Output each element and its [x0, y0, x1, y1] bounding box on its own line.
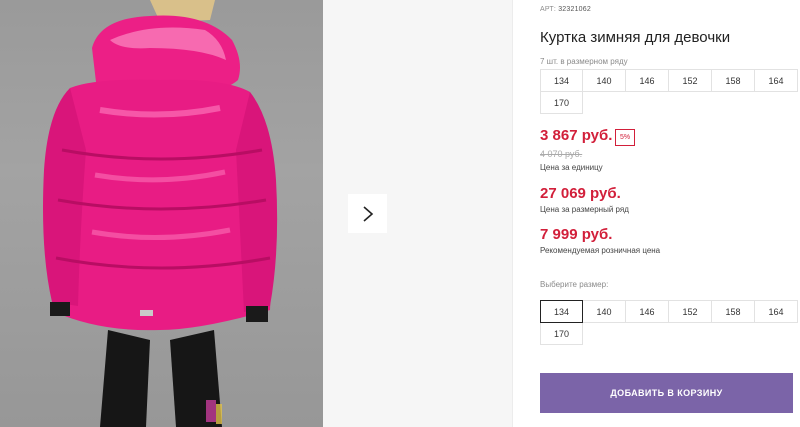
article-label: АРТ: — [540, 6, 557, 13]
add-to-cart-button[interactable]: Добавить в корзину — [540, 373, 793, 413]
price-size-row: 27 069 руб. — [540, 185, 621, 202]
discount-badge: 5% — [615, 129, 635, 146]
gallery-next-button[interactable] — [348, 194, 387, 233]
price-current: 3 867 руб. — [540, 127, 613, 144]
size-select-grid: 134 140 146 152 158 164 170 — [540, 300, 798, 345]
size-option[interactable]: 140 — [582, 300, 626, 323]
price-recommended: 7 999 руб. — [540, 226, 613, 243]
size-option[interactable]: 134 — [540, 300, 583, 323]
product-gallery — [0, 0, 512, 427]
price-unit-label: Цена за единицу — [540, 163, 603, 172]
size-row-grid: 134 140 146 152 158 164 170 — [540, 69, 798, 114]
size-row-item: 152 — [668, 69, 712, 92]
size-option[interactable]: 146 — [625, 300, 669, 323]
size-option[interactable]: 158 — [711, 300, 755, 323]
product-photo — [0, 0, 323, 427]
size-option[interactable]: 170 — [540, 322, 583, 345]
size-row-item: 158 — [711, 69, 755, 92]
size-option[interactable]: 164 — [754, 300, 798, 323]
size-row-item: 170 — [540, 91, 583, 114]
size-row-note: 7 шт. в размерном ряду — [540, 57, 628, 66]
size-select-label: Выберите размер: — [540, 280, 609, 289]
article-value: 32321062 — [558, 6, 591, 13]
price-size-row-label: Цена за размерный ряд — [540, 205, 629, 214]
size-row-item: 164 — [754, 69, 798, 92]
size-row-item: 140 — [582, 69, 626, 92]
price-recommended-label: Рекомендуемая розничная цена — [540, 246, 661, 255]
price-old: 4 070 руб. — [540, 149, 583, 159]
size-row-item: 134 — [540, 69, 583, 92]
chevron-right-icon — [362, 205, 373, 222]
size-row-item: 146 — [625, 69, 669, 92]
product-info-panel: АРТ: 32321062 Куртка зимняя для девочки … — [540, 0, 800, 427]
jacket-illustration — [43, 0, 278, 427]
product-title: Куртка зимняя для девочки — [540, 29, 731, 46]
article-number: АРТ: 32321062 — [540, 6, 591, 13]
column-divider — [512, 0, 513, 427]
size-option[interactable]: 152 — [668, 300, 712, 323]
